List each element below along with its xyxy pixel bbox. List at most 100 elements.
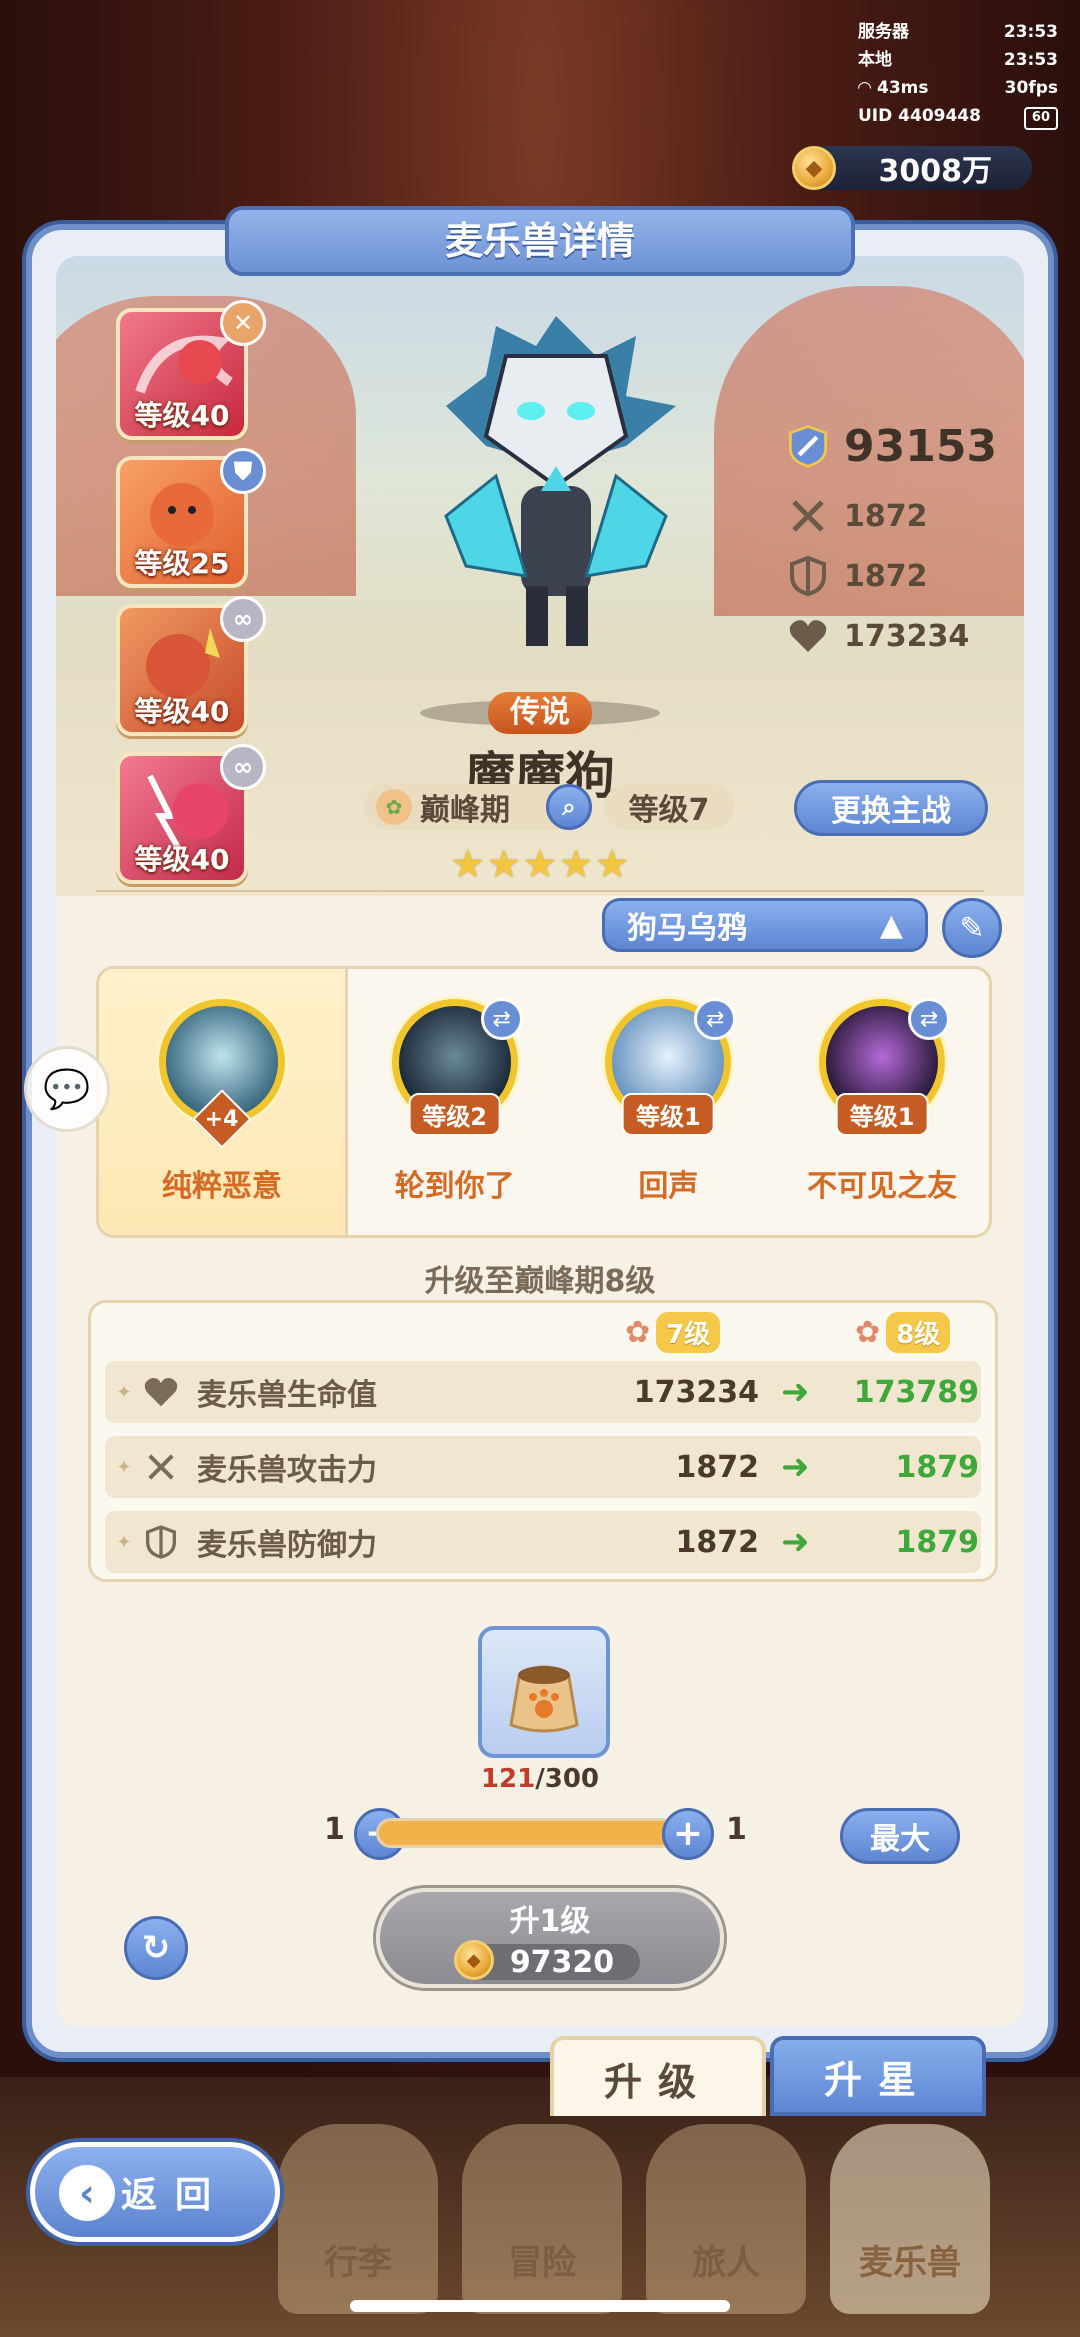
- attack-value: 1872: [844, 498, 928, 534]
- card-level: 等级40: [134, 695, 230, 728]
- table-row: ✦ 麦乐兽防御力 1872 ➜ 1879: [105, 1511, 981, 1573]
- nav-item-bag[interactable]: 行李: [278, 2124, 438, 2314]
- skill-slot[interactable]: ⇄ 等级1 不可见之友: [775, 969, 989, 1235]
- skill-name: 轮到你了: [394, 1169, 515, 1204]
- level-up-cost: ◆ 97320: [453, 1940, 641, 1980]
- arrow-right-icon: ➜: [781, 1372, 810, 1412]
- max-button[interactable]: 最大: [840, 1808, 960, 1864]
- swap-icon[interactable]: ⇄: [908, 998, 951, 1040]
- skill-level-tag: 等级1: [835, 1093, 929, 1136]
- next-value: 1879: [895, 1524, 980, 1560]
- level-pill: 等级7: [604, 784, 734, 830]
- team-dropdown[interactable]: 狗马乌鸦 ▲: [602, 898, 928, 952]
- swap-icon[interactable]: ⇄: [480, 998, 523, 1040]
- material-need: /300: [535, 1764, 600, 1794]
- tab-star-up[interactable]: 升星: [770, 2036, 986, 2116]
- flower-stage-icon: ✿: [625, 1314, 651, 1350]
- stat-label: 麦乐兽攻击力: [197, 1453, 377, 1488]
- team-card-list: 等级40 ✕ 等级25 ⛊ 等级40 ∞ 等级40 ∞: [116, 300, 266, 900]
- star-icon: ★: [486, 842, 521, 886]
- edit-team-button[interactable]: ✎: [942, 898, 1002, 958]
- from-level-header: ✿ 7级: [625, 1309, 721, 1355]
- link-icon: ∞: [220, 596, 266, 642]
- gold-counter: ◆ 3008万: [792, 146, 1032, 190]
- team-card[interactable]: 等级40 ✕: [116, 300, 266, 440]
- local-time: 23:53: [1003, 50, 1058, 70]
- current-value: 1872: [675, 1524, 760, 1560]
- chevron-up-icon: ▲: [879, 907, 903, 943]
- skill-slot[interactable]: ⇄ 等级1 回声: [562, 969, 776, 1235]
- shield-icon: [786, 554, 830, 598]
- flower-stage-icon: ✿: [855, 1314, 881, 1350]
- current-value: 173234: [633, 1374, 759, 1410]
- sparkle-icon: ✦: [116, 1381, 132, 1403]
- skill-bonus-tag: +4: [192, 1089, 252, 1149]
- team-card[interactable]: 等级40 ∞: [116, 596, 266, 736]
- fps-value: 30fps: [1004, 78, 1058, 98]
- heart-icon: [137, 1376, 185, 1408]
- magnify-icon[interactable]: ⌕: [546, 784, 592, 830]
- team-card[interactable]: 等级40 ∞: [116, 744, 266, 884]
- team-card[interactable]: 等级25 ⛊: [116, 448, 266, 588]
- nav-item-adventure[interactable]: 冒险: [462, 2124, 622, 2314]
- home-indicator[interactable]: [350, 2300, 730, 2312]
- upgrade-preview-table: ✿ 7级 ✿ 8级 ✦ 麦乐兽生命值 173234 ➜ 173789 ✦ 麦乐兽攻击…: [88, 1300, 998, 1582]
- server-time: 23:53: [1003, 22, 1058, 42]
- card-level: 等级25: [134, 547, 230, 580]
- material-have: 121: [480, 1764, 536, 1794]
- stage-label: 巅峰期: [420, 793, 510, 828]
- power-value: 93153: [844, 420, 998, 472]
- uid-label: UID 4409448: [858, 106, 981, 126]
- shield-icon: ⛊: [220, 448, 266, 494]
- star-icon: ★: [595, 842, 630, 886]
- heart-icon: [786, 614, 830, 658]
- slider-track[interactable]: [376, 1818, 676, 1848]
- level-up-button[interactable]: 升1级 ◆ 97320: [376, 1888, 724, 1988]
- battery-icon: 60: [1023, 107, 1058, 130]
- defense-value: 1872: [844, 558, 928, 594]
- skill-icon: +4: [158, 999, 285, 1149]
- swords-icon: [786, 494, 830, 538]
- combat-power-icon: [786, 424, 830, 468]
- skill-slot[interactable]: ⇄ 等级2 轮到你了: [348, 969, 562, 1235]
- team-name: 狗马乌鸦: [627, 911, 747, 946]
- reset-button[interactable]: ↻: [124, 1916, 188, 1980]
- skill-icon: ⇄ 等级1: [605, 998, 737, 1136]
- from-level: 7级: [656, 1311, 721, 1353]
- table-row: ✦ 麦乐兽攻击力 1872 ➜ 1879: [105, 1436, 981, 1498]
- back-button[interactable]: ‹ 返回: [30, 2142, 280, 2242]
- current-value: 1872: [675, 1449, 760, 1485]
- power-stat: 93153: [786, 406, 1016, 486]
- nav-item-monster[interactable]: 麦乐兽: [830, 2124, 990, 2314]
- hp-stat: 173234: [786, 606, 1016, 666]
- arrow-right-icon: ➜: [781, 1447, 810, 1487]
- upgrade-title: 升级至巅峰期8级: [424, 1264, 656, 1299]
- local-label: 本地: [858, 50, 892, 70]
- skill-icon: ⇄ 等级1: [819, 998, 951, 1136]
- gold-amount: 3008万: [878, 154, 993, 189]
- monster-detail-panel: 麦乐兽详情 等级40 ✕ 等级25 ⛊ 等级40 ∞ 等级40 ∞ 93153 …: [26, 206, 1054, 2058]
- tab-upgrade[interactable]: 升级: [550, 2036, 766, 2116]
- slider-min-label: 1: [324, 1812, 345, 1847]
- paw-food-bag-icon: [509, 1665, 579, 1733]
- slider-max-label: 1: [726, 1812, 747, 1847]
- refresh-icon: ↻: [141, 1928, 171, 1968]
- table-row: ✦ 麦乐兽生命值 173234 ➜ 173789: [105, 1361, 981, 1423]
- to-level-header: ✿ 8级: [855, 1309, 951, 1355]
- change-main-button[interactable]: 更换主战: [794, 780, 988, 836]
- stage-pill: ✿ 巅峰期 ⌕: [364, 784, 592, 830]
- skill-name: 回声: [638, 1169, 699, 1204]
- material-item[interactable]: [478, 1626, 610, 1758]
- next-value: 1879: [895, 1449, 980, 1485]
- panel-title: 麦乐兽详情: [225, 206, 855, 276]
- chat-bubble-icon[interactable]: 💬: [24, 1046, 110, 1132]
- swap-icon[interactable]: ⇄: [694, 998, 737, 1040]
- monster-artwork: [444, 316, 676, 646]
- monster-stats: 93153 1872 1872 173234: [786, 406, 1016, 666]
- card-level: 等级40: [134, 843, 230, 876]
- skill-slot[interactable]: +4 纯粹恶意: [99, 969, 348, 1235]
- nav-item-traveler[interactable]: 旅人: [646, 2124, 806, 2314]
- back-label: 返回: [120, 2175, 229, 2216]
- plus-button[interactable]: +: [662, 1808, 714, 1860]
- star-rating: ★ ★ ★ ★ ★: [451, 842, 629, 886]
